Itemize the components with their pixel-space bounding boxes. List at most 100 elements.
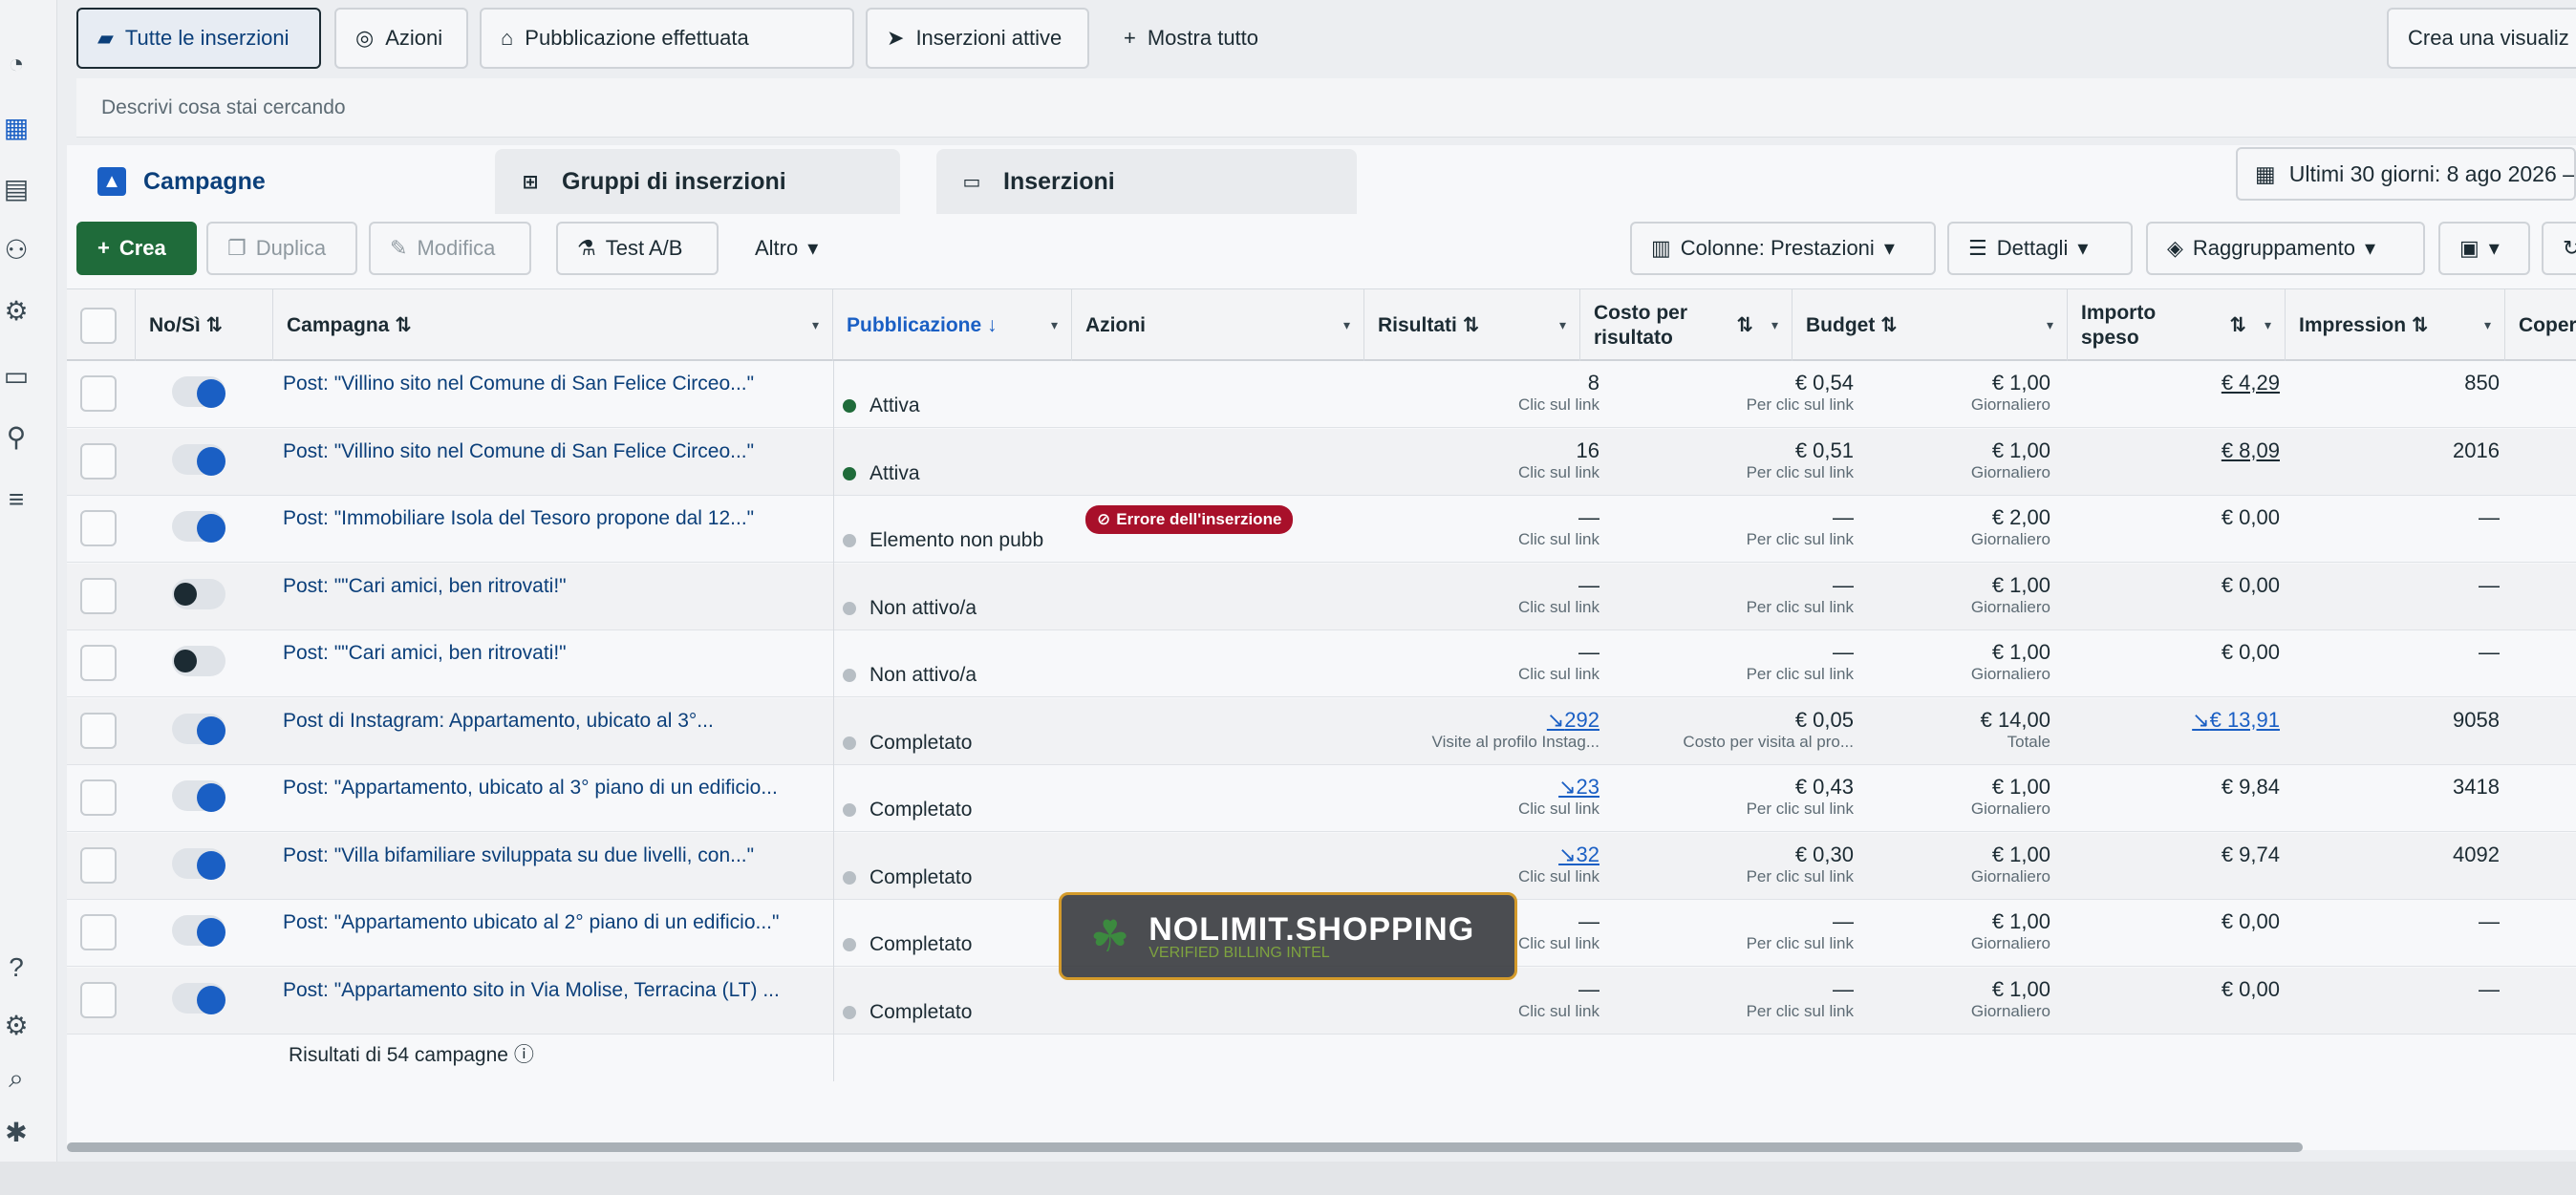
header-reach[interactable]: Copertura — [2505, 289, 2576, 362]
row-checkbox[interactable] — [80, 645, 117, 681]
row-checkbox[interactable] — [80, 981, 117, 1018]
spent-value[interactable]: € 9,74 — [2054, 843, 2280, 867]
header-cost-per-result[interactable]: Costo per risultato ⇅ ▾ — [1580, 289, 1792, 362]
events-icon[interactable]: ⚲ — [0, 420, 32, 453]
export-button[interactable]: ▣ ▾ — [2438, 222, 2530, 275]
header-impressions[interactable]: Impression ⇅ ▾ — [2286, 289, 2505, 362]
impressions-cell: 9058 — [2293, 708, 2500, 775]
spent-value[interactable]: € 9,84 — [2054, 775, 2280, 800]
table-row[interactable]: Post: "Villino sito nel Comune di San Fe… — [67, 428, 2576, 496]
horizontal-scrollbar[interactable] — [67, 1142, 2303, 1152]
info-icon[interactable]: ⓘ — [514, 1044, 534, 1066]
details-button[interactable]: ☰ Dettagli ▾ — [1947, 222, 2133, 275]
header-select-all[interactable] — [67, 289, 136, 362]
results-type: Clic sul link — [1517, 597, 1599, 616]
cost-type: Per clic sul link — [1746, 395, 1854, 414]
row-checkbox[interactable] — [80, 510, 117, 546]
row-toggle[interactable] — [172, 915, 225, 947]
error-badge[interactable]: ⊘ Errore dell'inserzione — [1085, 505, 1294, 534]
tools-icon[interactable]: ⚙ — [0, 294, 32, 327]
duplicate-button[interactable]: ❐ Duplica — [206, 222, 357, 275]
row-checkbox[interactable] — [80, 914, 117, 950]
header-delivery[interactable]: Pubblicazione ↓ ▾ — [833, 289, 1072, 362]
search-icon[interactable]: ⌕ — [0, 1062, 32, 1095]
budget-value: € 2,00 — [1991, 505, 2050, 529]
header-results[interactable]: Risultati ⇅ ▾ — [1364, 289, 1580, 362]
audience-icon[interactable]: ⚇ — [0, 233, 32, 266]
table-row[interactable]: Post: ""Cari amici, ben ritrovati!" Non a… — [67, 563, 2576, 630]
filter-actions[interactable]: ◎ Azioni — [334, 8, 468, 69]
table-row[interactable]: Post di Instagram: Appartamento, ubicato… — [67, 697, 2576, 765]
spent-value[interactable]: € 8,09 — [2054, 438, 2280, 463]
tab-campaigns[interactable]: ▲ Campagne — [76, 149, 487, 214]
filter-all-ads[interactable]: ▰ Tutte le inserzioni — [76, 8, 321, 69]
spent-value[interactable]: € 0,00 — [2054, 977, 2280, 1002]
header-amount-spent[interactable]: Importo speso ⇅ ▾ — [2068, 289, 2286, 362]
row-toggle[interactable] — [172, 443, 225, 476]
row-toggle[interactable] — [172, 646, 225, 676]
filter-active-ads[interactable]: ➤ Inserzioni attive — [866, 8, 1089, 69]
row-checkbox[interactable] — [80, 779, 117, 816]
create-button[interactable]: + Crea — [76, 222, 197, 275]
search-input[interactable]: Descrivi cosa stai cercando — [76, 78, 2576, 138]
select-all-checkbox[interactable] — [80, 308, 117, 344]
header-campaign[interactable]: Campagna ⇅ ▾ — [273, 289, 833, 362]
columns-button[interactable]: ▥ Colonne: Prestazioni ▾ — [1630, 222, 1936, 275]
ab-test-button[interactable]: ⚗ Test A/B — [556, 222, 719, 275]
date-range-picker[interactable]: ▦ Ultimi 30 giorni: 8 ago 2026 – — [2236, 147, 2576, 201]
settings-icon[interactable]: ⚙ — [0, 1009, 32, 1041]
row-checkbox[interactable] — [80, 846, 117, 884]
spent-value[interactable]: € 0,00 — [2054, 640, 2280, 665]
results-value: ↘32 — [1558, 842, 1599, 866]
spent-value[interactable]: ↘€ 13,91 — [2054, 708, 2280, 733]
spent-value[interactable]: € 0,00 — [2054, 573, 2280, 598]
row-checkbox[interactable] — [80, 375, 117, 412]
menu-icon[interactable]: ≡ — [0, 483, 32, 516]
row-toggle[interactable] — [172, 982, 225, 1014]
table-row[interactable]: Post: ""Cari amici, ben ritrovati!" Non a… — [67, 630, 2576, 697]
clover-icon: ☘ — [1090, 911, 1130, 961]
spent-value[interactable]: € 4,29 — [2054, 371, 2280, 395]
row-checkbox[interactable] — [80, 442, 117, 480]
impressions-cell: — — [2293, 505, 2500, 572]
row-checkbox[interactable] — [80, 577, 117, 614]
filter-delivered[interactable]: ⌂ Pubblicazione effettuata — [480, 8, 854, 69]
dashboard-icon[interactable]: ◔ — [0, 48, 32, 80]
table-icon[interactable]: ▦ — [0, 111, 32, 143]
spent-value[interactable]: € 0,00 — [2054, 505, 2280, 530]
cost-type: Per clic sul link — [1746, 1001, 1854, 1020]
header-actions[interactable]: Azioni ▾ — [1072, 289, 1364, 362]
row-toggle[interactable] — [172, 847, 225, 880]
tab-adsets[interactable]: ⊞ Gruppi di inserzioni — [495, 149, 900, 214]
tab-ads[interactable]: ▭ Inserzioni — [936, 149, 1357, 214]
grouping-button[interactable]: ◈ Raggruppamento ▾ — [2146, 222, 2425, 275]
edit-button[interactable]: ✎ Modifica — [369, 222, 531, 275]
header-onoff[interactable]: No/Sì ⇅ — [136, 289, 273, 362]
pages-icon[interactable]: ▤ — [0, 172, 32, 204]
billing-icon[interactable]: ▭ — [0, 359, 32, 392]
row-toggle[interactable] — [172, 578, 225, 609]
refresh-button[interactable]: ↻ — [2542, 222, 2576, 275]
cost-value: € 0,43 — [1794, 775, 1854, 799]
row-toggle[interactable] — [172, 713, 225, 745]
table-row[interactable]: Post: "Villa bifamiliare sviluppata su d… — [67, 832, 2576, 900]
filter-show-all[interactable]: + Mostra tutto — [1105, 8, 1315, 69]
table-row[interactable]: Post: "Villino sito nel Comune di San Fe… — [67, 361, 2576, 428]
bug-icon[interactable]: ✱ — [0, 1116, 32, 1148]
table-row[interactable]: Post: "Appartamento, ubicato al 3° piano… — [67, 765, 2576, 832]
status-dot — [843, 399, 856, 413]
spent-value[interactable]: € 0,00 — [2054, 909, 2280, 934]
row-toggle[interactable] — [172, 376, 225, 408]
row-toggle[interactable] — [172, 780, 225, 812]
row-toggle[interactable] — [172, 511, 225, 543]
budget-value: € 1,00 — [1991, 909, 2050, 933]
sort-icon: ⇅ — [2229, 313, 2246, 336]
create-view-button[interactable]: Crea una visualiz — [2387, 8, 2576, 69]
header-budget[interactable]: Budget ⇅ ▾ — [1792, 289, 2068, 362]
more-button[interactable]: Altro ▾ — [736, 222, 850, 275]
toggle-knob — [197, 918, 225, 947]
status-dot — [843, 736, 856, 750]
table-row[interactable]: Post: "Immobiliare Isola del Tesoro prop… — [67, 496, 2576, 563]
help-icon[interactable]: ? — [0, 951, 32, 984]
row-checkbox[interactable] — [80, 712, 117, 749]
